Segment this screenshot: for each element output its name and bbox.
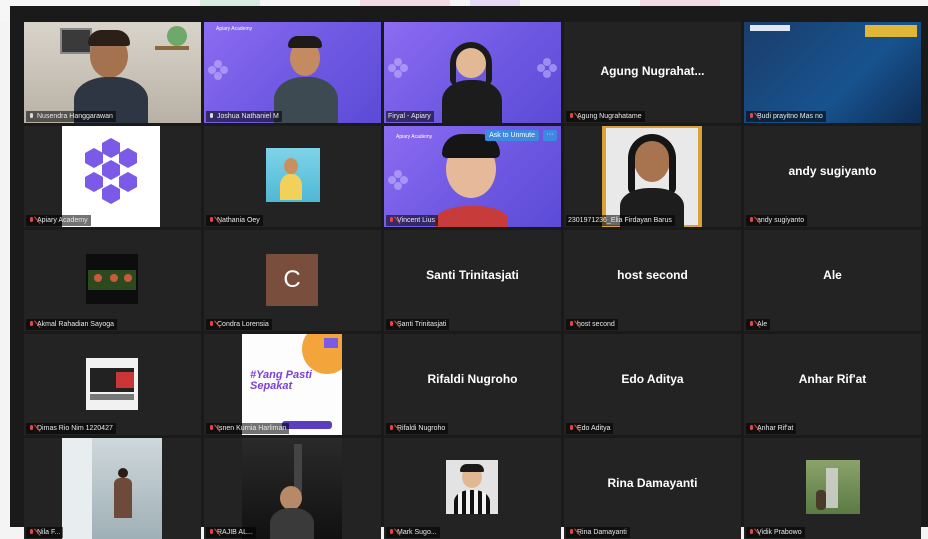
muted-microphone-icon	[28, 216, 35, 225]
participant-tile[interactable]: 2301971236_Elia Firdayan Barus	[564, 126, 741, 227]
participant-display-name: andy sugiyanto	[788, 164, 877, 178]
participant-tile[interactable]: Firyal - Apiary	[384, 22, 561, 123]
participant-display-name: Agung Nugrahat...	[600, 64, 705, 78]
participant-tile[interactable]: andy sugiyanto andy sugiyanto	[744, 126, 921, 227]
participant-name: host second	[566, 319, 618, 330]
muted-microphone-icon	[208, 216, 215, 225]
muted-microphone-icon	[388, 528, 395, 537]
avatar: C	[266, 254, 318, 306]
muted-microphone-icon	[748, 424, 755, 433]
brand-label: Apiary Academy	[216, 26, 253, 32]
participant-tile[interactable]: host second host second	[564, 230, 741, 331]
participant-tile[interactable]: Anhar Rif'at Anhar Rif'at	[744, 334, 921, 435]
muted-microphone-icon	[568, 528, 575, 537]
participant-name: RAJIB AL...	[206, 527, 256, 538]
muted-microphone-icon	[748, 216, 755, 225]
participant-tile[interactable]: Rifaldi Nugroho Rifaldi Nugroho	[384, 334, 561, 435]
participant-name: Edo Aditya	[566, 423, 614, 434]
muted-microphone-icon	[388, 216, 395, 225]
participant-display-name: Rifaldi Nugroho	[427, 372, 518, 386]
participant-name: Isnen Kurnia Harliman	[206, 423, 290, 434]
flower-icon	[537, 58, 557, 78]
muted-microphone-icon	[388, 424, 395, 433]
participant-tile[interactable]: Vidik Prabowo	[744, 438, 921, 539]
participant-name: Rina Damayanti	[566, 527, 630, 538]
participant-tile[interactable]: Apiary Academy Ask to Unmute ··· Vincent…	[384, 126, 561, 227]
participant-tile[interactable]: Dimas Rio Nim 1220427	[24, 334, 201, 435]
participant-name: Apiary Academy	[26, 215, 91, 226]
participant-name: Agung Nugrahatame	[566, 111, 645, 122]
participant-display-name: Anhar Rif'at	[798, 372, 867, 386]
participant-tile[interactable]: Agung Nugrahat... Agung Nugrahatame	[564, 22, 741, 123]
flower-icon	[208, 60, 228, 80]
participant-name: Joshua Nathaniel M	[206, 111, 282, 122]
participant-name: Nathania Oey	[206, 215, 263, 226]
flower-icon	[388, 170, 408, 190]
participant-name: andy sugiyanto	[746, 215, 808, 226]
participant-name: Firyal - Apiary	[386, 111, 434, 122]
participant-name: Mark Sugo...	[386, 527, 440, 538]
muted-microphone-icon	[568, 320, 575, 329]
participant-name: Akmal Rahadian Sayoga	[26, 319, 118, 330]
brand-label: Apiary Academy	[396, 134, 433, 140]
meeting-stage: Nusendra Hanggarawan Apiary Academy Josh…	[10, 6, 928, 539]
participant-name: Nusendra Hanggarawan	[26, 111, 116, 122]
muted-microphone-icon	[748, 528, 755, 537]
flower-icon	[388, 58, 408, 78]
participant-name: Budi prayitno Mas no	[746, 111, 826, 122]
participant-name: Santi Trinitasjati	[386, 319, 450, 330]
microphone-icon	[28, 112, 35, 121]
participant-tile[interactable]: Nusendra Hanggarawan	[24, 22, 201, 123]
participant-name: Vidik Prabowo	[746, 527, 805, 538]
muted-microphone-icon	[208, 320, 215, 329]
participant-tile[interactable]: Nathania Oey	[204, 126, 381, 227]
microphone-icon	[208, 112, 215, 121]
poster-text: #Yang Pasti Sepakat	[250, 369, 312, 392]
participant-tile[interactable]: Ale Ale	[744, 230, 921, 331]
participant-name: Nila F...	[26, 527, 64, 538]
muted-microphone-icon	[748, 112, 755, 121]
poster-image: #Yang Pasti Sepakat	[242, 334, 342, 435]
muted-microphone-icon	[208, 424, 215, 433]
participant-name: Ale	[746, 319, 771, 330]
participant-tile[interactable]: Apiary Academy Joshua Nathaniel M	[204, 22, 381, 123]
participant-name: Rifaldi Nugroho	[386, 423, 449, 434]
participant-tile[interactable]: Edo Aditya Edo Aditya	[564, 334, 741, 435]
participant-tile[interactable]: RAJIB AL...	[204, 438, 381, 539]
muted-microphone-icon	[28, 320, 35, 329]
participant-name: Anhar Rif'at	[746, 423, 797, 434]
participant-display-name: Santi Trinitasjati	[426, 268, 519, 282]
ask-to-unmute-button[interactable]: Ask to Unmute	[485, 130, 539, 141]
participant-display-name: Ale	[823, 268, 842, 282]
muted-microphone-icon	[28, 424, 35, 433]
participant-display-name: host second	[617, 268, 688, 282]
participant-display-name: Edo Aditya	[621, 372, 684, 386]
muted-microphone-icon	[28, 528, 35, 537]
participant-tile[interactable]: #Yang Pasti Sepakat Isnen Kurnia Harlima…	[204, 334, 381, 435]
muted-microphone-icon	[748, 320, 755, 329]
participant-tile[interactable]: Santi Trinitasjati Santi Trinitasjati	[384, 230, 561, 331]
participant-tile[interactable]: Akmal Rahadian Sayoga	[24, 230, 201, 331]
participant-tile[interactable]: Apiary Academy	[24, 126, 201, 227]
muted-microphone-icon	[208, 528, 215, 537]
participant-grid: Nusendra Hanggarawan Apiary Academy Josh…	[24, 22, 921, 539]
more-options-button[interactable]: ···	[543, 130, 557, 141]
participant-name: 2301971236_Elia Firdayan Barus	[566, 215, 675, 226]
participant-display-name: Rina Damayanti	[607, 476, 698, 490]
participant-tile[interactable]: Budi prayitno Mas no	[744, 22, 921, 123]
participant-name: Dimas Rio Nim 1220427	[26, 423, 116, 434]
muted-microphone-icon	[568, 424, 575, 433]
participant-name: Condra Lorensia	[206, 319, 272, 330]
muted-microphone-icon	[568, 112, 575, 121]
participant-name: Vincent Lius	[386, 215, 439, 226]
muted-microphone-icon	[388, 320, 395, 329]
participant-tile[interactable]: Mark Sugo...	[384, 438, 561, 539]
participant-tile[interactable]: Rina Damayanti Rina Damayanti	[564, 438, 741, 539]
apiary-logo-icon	[85, 138, 137, 204]
participant-tile[interactable]: Nila F...	[24, 438, 201, 539]
participant-tile[interactable]: C Condra Lorensia	[204, 230, 381, 331]
